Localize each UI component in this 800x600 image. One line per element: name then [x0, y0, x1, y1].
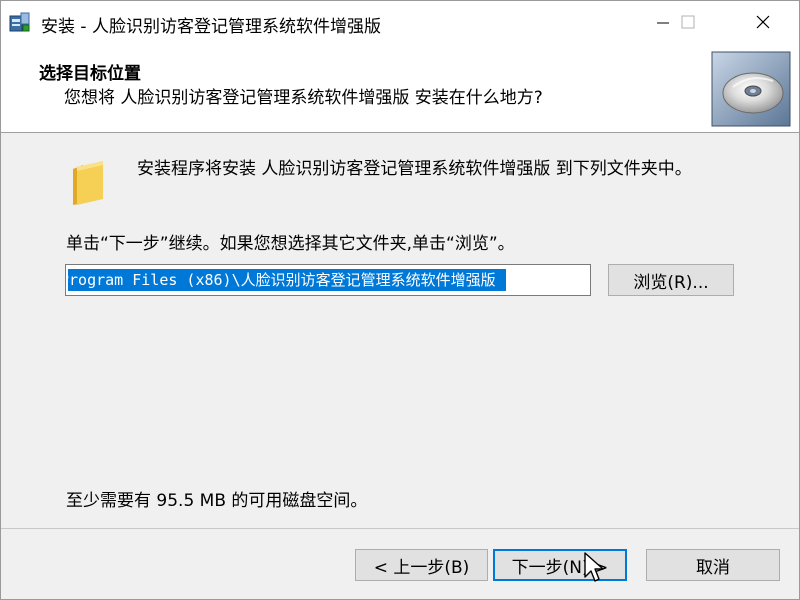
close-button[interactable] [735, 1, 791, 45]
mouse-pointer-icon [583, 551, 605, 585]
path-selection: Program Files (x86)\人脸识别访客登记管理系统软件增强版 [65, 269, 506, 291]
page-title: 选择目标位置 [39, 64, 141, 84]
install-path-input[interactable]: Program Files (x86)\人脸识别访客登记管理系统软件增强版 [65, 264, 591, 296]
browse-button[interactable]: 浏览(R)... [608, 264, 734, 296]
footer-divider [1, 528, 799, 529]
cd-disc-icon [711, 51, 791, 127]
cancel-button[interactable]: 取消 [646, 549, 780, 581]
setup-window: 安装 - 人脸识别访客登记管理系统软件增强版 选择目标位置 您想将 人脸识别访客… [0, 0, 800, 600]
window-title: 安装 - 人脸识别访客登记管理系统软件增强版 [41, 17, 381, 37]
path-value: Program Files (x86)\人脸识别访客登记管理系统软件增强版 [65, 271, 496, 289]
disk-space-text: 至少需要有 95.5 MB 的可用磁盘空间。 [66, 491, 368, 511]
page-subtitle: 您想将 人脸识别访客登记管理系统软件增强版 安装在什么地方? [64, 88, 543, 108]
wizard-header: 选择目标位置 您想将 人脸识别访客登记管理系统软件增强版 安装在什么地方? [1, 45, 799, 133]
instruction-text: 单击“下一步”继续。如果您想选择其它文件夹,单击“浏览”。 [66, 234, 515, 254]
maximize-icon [681, 14, 695, 33]
next-button[interactable]: 下一步(N) > [493, 549, 627, 581]
intro-text: 安装程序将安装 人脸识别访客登记管理系统软件增强版 到下列文件夹中。 [137, 159, 692, 179]
back-button[interactable]: < 上一步(B) [355, 549, 488, 581]
folder-icon [71, 159, 107, 207]
close-icon [756, 14, 770, 33]
installer-icon [9, 11, 31, 33]
title-bar: 安装 - 人脸识别访客登记管理系统软件增强版 [1, 1, 799, 45]
maximize-button[interactable] [660, 1, 716, 45]
